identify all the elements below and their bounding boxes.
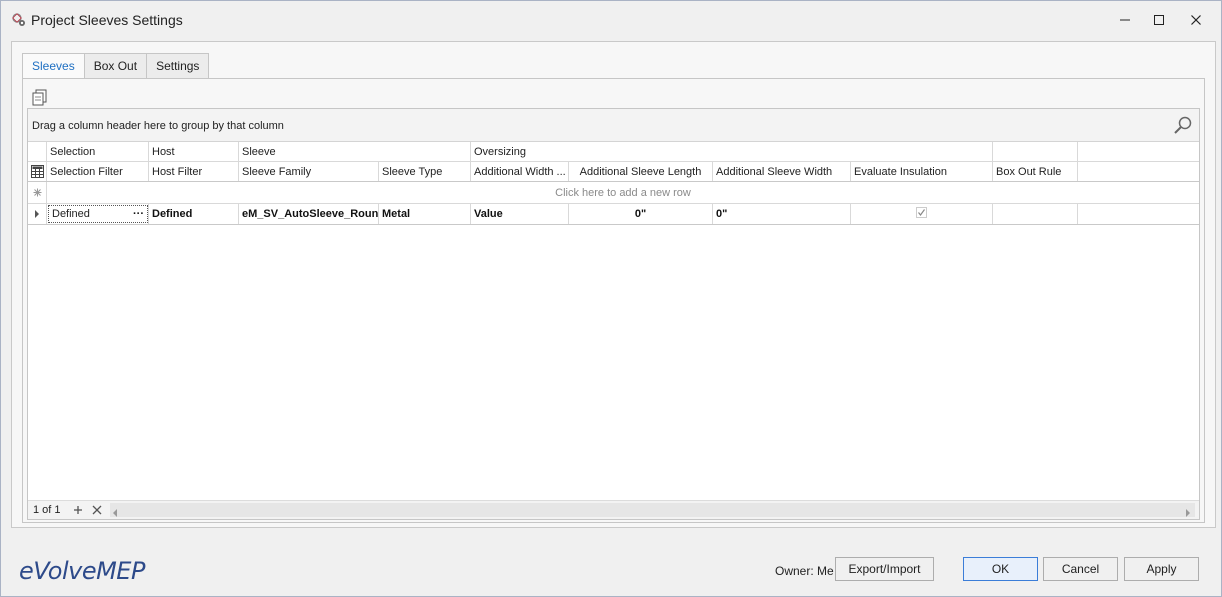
title-bar: Project Sleeves Settings [1,1,1221,39]
project-sleeves-settings-window: Project Sleeves Settings Sleeves Box Out… [0,0,1222,597]
row-indicator-icon [28,204,47,224]
new-item-row[interactable]: Click here to add a new row [28,182,1199,204]
selection-filter-cell[interactable]: Defined ··· [48,205,148,223]
maximize-button[interactable] [1141,5,1177,35]
band-host[interactable]: Host [149,142,239,161]
additional-sleeve-length-cell[interactable]: 0" [569,204,713,224]
horizontal-scrollbar[interactable] [110,503,1195,517]
add-row-icon[interactable] [71,503,85,517]
col-sleeve-family[interactable]: Sleeve Family [239,162,379,181]
window-title: Project Sleeves Settings [31,12,183,28]
minimize-button[interactable] [1107,5,1143,35]
col-additional-width[interactable]: Additional Width ... [471,162,569,181]
col-box-out-rule[interactable]: Box Out Rule [993,162,1078,181]
col-selection-filter[interactable]: Selection Filter [47,162,149,181]
band-oversizing[interactable]: Oversizing [471,142,993,161]
group-by-panel[interactable]: Drag a column header here to group by th… [28,109,1199,142]
copy-icon[interactable] [31,88,49,106]
evaluate-insulation-cell[interactable] [851,204,993,224]
scroll-right-icon[interactable] [1185,506,1191,520]
sleeve-family-cell[interactable]: eM_SV_AutoSleeve_Round [239,204,379,224]
app-icon [11,12,27,28]
search-icon[interactable] [1173,115,1193,135]
sleeve-type-cell[interactable]: Metal [379,204,471,224]
selection-filter-value: Defined [52,208,90,220]
host-filter-cell[interactable]: Defined [149,204,239,224]
col-sleeve-type[interactable]: Sleeve Type [379,162,471,181]
col-additional-sleeve-width[interactable]: Additional Sleeve Width [713,162,851,181]
band-sleeve[interactable]: Sleeve [239,142,471,161]
tab-sleeves[interactable]: Sleeves [22,53,85,80]
band-header-row: Selection Host Sleeve Oversizing [28,142,1199,162]
sleeves-tab-content: Drag a column header here to group by th… [22,78,1205,523]
dialog-footer: eVolveMEP Owner: Me Export/Import OK Can… [1,546,1221,596]
data-navigator: 1 of 1 [28,500,1199,519]
owner-label: Owner: Me [775,564,834,578]
table-row[interactable]: Defined ··· Defined eM_SV_AutoSleeve_Rou… [28,204,1199,225]
col-evaluate-insulation[interactable]: Evaluate Insulation [851,162,993,181]
col-additional-sleeve-length[interactable]: Additional Sleeve Length [569,162,713,181]
ellipsis-button[interactable]: ··· [133,208,144,220]
checkmark-icon[interactable] [916,207,927,221]
tab-strip: Sleeves Box Out Settings [22,53,210,80]
tab-box-out[interactable]: Box Out [83,53,148,79]
additional-width-cell[interactable]: Value [471,204,569,224]
new-row-hint: Click here to add a new row [555,186,691,199]
additional-sleeve-width-cell[interactable]: 0" [713,204,851,224]
delete-row-icon[interactable] [90,503,104,517]
box-out-rule-cell[interactable] [993,204,1078,224]
close-button[interactable] [1178,5,1214,35]
band-selection[interactable]: Selection [47,142,149,161]
new-row-indicator-icon [28,182,47,203]
col-host-filter[interactable]: Host Filter [149,162,239,181]
export-import-button[interactable]: Export/Import [835,557,934,581]
group-by-hint: Drag a column header here to group by th… [32,120,284,132]
ok-button[interactable]: OK [963,557,1038,581]
column-header-row: Selection Filter Host Filter Sleeve Fami… [28,162,1199,182]
sleeves-grid: Drag a column header here to group by th… [27,108,1200,520]
evolvemep-logo: eVolveMEP [19,557,145,585]
tab-settings[interactable]: Settings [146,53,210,79]
column-chooser-icon[interactable] [28,162,47,181]
page-info: 1 of 1 [33,504,61,516]
cancel-button[interactable]: Cancel [1043,557,1118,581]
main-panel: Sleeves Box Out Settings Drag a column h… [11,41,1216,528]
scroll-left-icon[interactable] [112,506,118,520]
apply-button[interactable]: Apply [1124,557,1199,581]
